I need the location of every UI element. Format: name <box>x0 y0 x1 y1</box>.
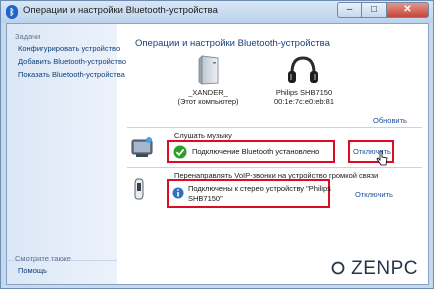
music-status-box: Подключение Bluetooth установлено <box>167 140 335 163</box>
device-name: Philips SHB7150 <box>275 88 333 97</box>
see-also-heading: Смотрите также <box>15 254 71 263</box>
cursor-icon <box>376 150 388 166</box>
voip-disconnect-button[interactable]: Отключить <box>355 190 393 199</box>
voip-status-line1: Подключены к стерео устройству "Philips <box>188 184 331 193</box>
client-area: Задачи Конфигурировать устройство Добави… <box>6 23 429 285</box>
watermark: ZENPC <box>331 258 418 280</box>
close-button[interactable]: ✕ <box>387 2 429 18</box>
task-pane: Задачи Конфигурировать устройство Добави… <box>7 24 126 284</box>
voip-status-box: Подключены к стерео устройству "Philips … <box>167 179 331 208</box>
device-address: 00:1e:7c:e0:eb:81 <box>273 97 335 106</box>
computer-description: (Этот компьютер) <box>177 97 239 106</box>
watermark-logo-icon <box>331 261 345 275</box>
computer-label: _XANDER_ (Этот компьютер) <box>175 88 241 106</box>
music-status-text: Подключение Bluetooth установлено <box>192 147 320 156</box>
minimize-button[interactable]: – <box>337 2 362 18</box>
bluetooth-icon: ᛒ <box>6 5 18 19</box>
computer-icon <box>198 55 219 85</box>
music-player-icon <box>131 137 153 157</box>
info-icon <box>172 187 184 199</box>
caption-buttons: – □ ✕ <box>337 2 429 18</box>
bluetooth-window: ᛒ Операции и настройки Bluetooth-устройс… <box>0 0 434 289</box>
computer-name: _XANDER_ <box>188 88 228 97</box>
device-label: Philips SHB7150 00:1e:7c:e0:eb:81 <box>269 88 339 106</box>
check-icon <box>173 145 187 159</box>
maximize-button[interactable]: □ <box>362 2 387 18</box>
sidebar-item-configure[interactable]: Конфигурировать устройство <box>18 44 120 53</box>
watermark-text: ZENPC <box>351 258 418 279</box>
refresh-link[interactable]: Обновить <box>373 116 407 125</box>
divider <box>127 127 422 128</box>
help-link[interactable]: Помощь <box>18 266 47 275</box>
divider <box>127 167 422 168</box>
tasks-heading: Задачи <box>15 32 41 41</box>
sidebar-item-show-devices[interactable]: Показать Bluetooth-устройства <box>18 70 125 79</box>
headset-icon <box>288 56 318 83</box>
window-title: Операции и настройки Bluetooth-устройств… <box>23 5 218 16</box>
sidebar-item-add-device[interactable]: Добавить Bluetooth-устройство <box>18 57 126 66</box>
title-bar[interactable]: ᛒ Операции и настройки Bluetooth-устройс… <box>1 1 433 23</box>
voip-status-line2: SHB7150" <box>188 194 223 203</box>
music-heading: Слушать музыку <box>174 131 232 140</box>
phone-icon <box>134 178 144 200</box>
page-title: Операции и настройки Bluetooth-устройств… <box>135 38 330 49</box>
